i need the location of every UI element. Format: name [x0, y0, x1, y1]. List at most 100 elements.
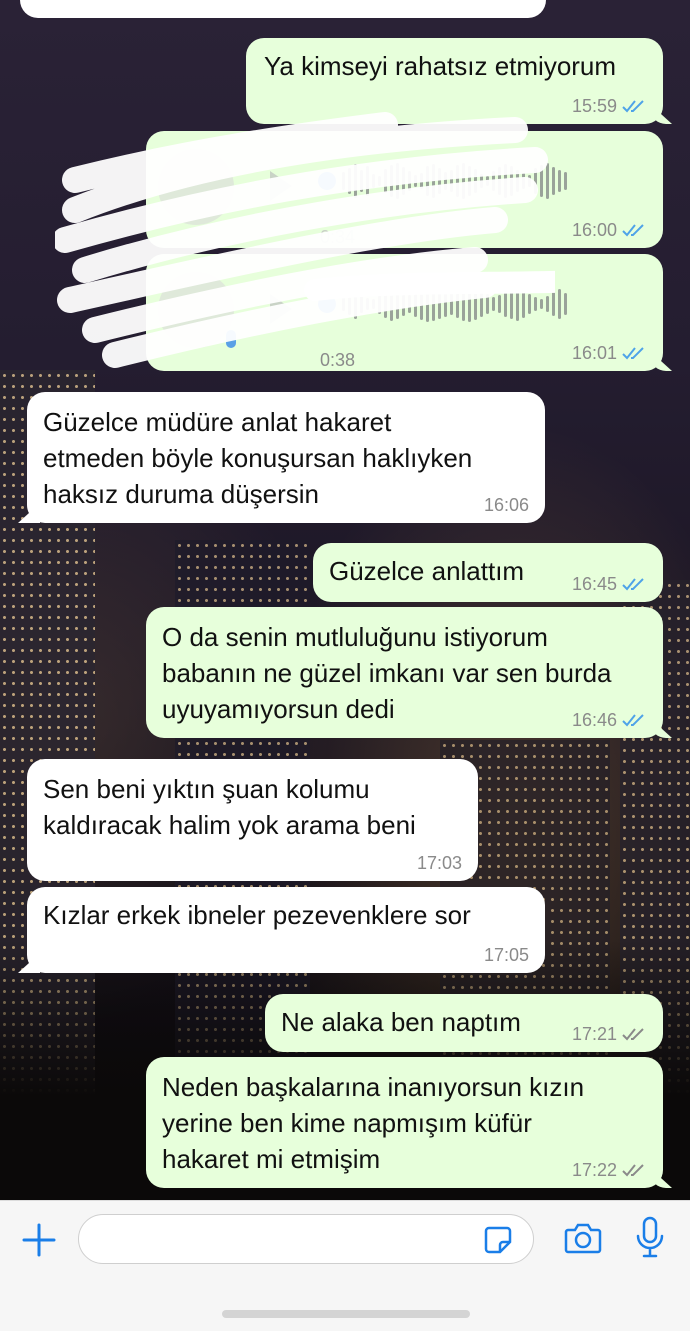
message-bubble-outgoing[interactable]: Ne alaka ben naptım 17:21 — [265, 994, 663, 1052]
message-meta: 17:21 — [572, 1024, 647, 1044]
waveform-bar — [426, 286, 429, 322]
message-bubble-outgoing[interactable]: O da senin mutluluğunu istiyorum babanın… — [146, 607, 663, 738]
waveform-bar — [492, 171, 495, 191]
message-meta: 16:06 — [484, 495, 529, 515]
sticker-icon[interactable] — [483, 1225, 513, 1255]
message-time: 16:01 — [571, 343, 617, 363]
waveform-bar — [510, 289, 513, 319]
waveform-bar — [342, 172, 345, 190]
message-meta: 17:03 — [417, 853, 462, 873]
waveform-bar — [420, 173, 423, 189]
waveform-bar — [534, 168, 537, 194]
message-line: Sen beni yıktın şuan kolumu — [43, 774, 370, 804]
waveform-bar — [348, 168, 351, 194]
message-meta: 16:01 — [572, 343, 647, 363]
voice-duration: 0:34 — [320, 227, 356, 247]
message-bubble-incoming[interactable]: Kızlar erkek ibneler pezevenklere sor 17… — [27, 887, 545, 973]
waveform-bar — [378, 176, 381, 186]
waveform-bar — [420, 288, 423, 320]
message-line: kaldıracak halim yok arama beni — [43, 810, 416, 840]
message-input[interactable] — [78, 1214, 534, 1264]
waveform-bar — [414, 175, 417, 187]
waveform-bar — [366, 298, 369, 310]
message-bubble-outgoing[interactable]: Neden başkalarına inanıyorsun kızın yeri… — [146, 1057, 663, 1188]
waveform-bar — [456, 165, 459, 197]
message-time: 17:03 — [416, 853, 462, 873]
message-time: 15:59 — [571, 96, 617, 116]
message-meta: 15:59 — [572, 96, 647, 116]
waveform-bar — [444, 172, 447, 190]
waveform-bar — [390, 287, 393, 321]
waveform-bar — [468, 286, 471, 322]
message-meta: 17:22 — [572, 1160, 647, 1180]
delivered-ticks-icon — [622, 1028, 644, 1041]
plus-icon[interactable] — [22, 1223, 56, 1257]
chat-area[interactable]: Ya kimseyi rahatsız etmiyorum 15:59 0:34… — [0, 0, 690, 1200]
waveform-bar — [354, 289, 357, 319]
message-bubble-outgoing[interactable]: Güzelce anlattım 16:45 — [313, 543, 663, 602]
waveform-bar — [540, 165, 543, 197]
message-time: 16:46 — [571, 710, 617, 730]
message-input-bar — [0, 1200, 690, 1331]
waveform-bar — [522, 290, 525, 318]
waveform-bar — [456, 290, 459, 318]
voice-waveform[interactable] — [318, 284, 567, 324]
waveform-bar — [486, 294, 489, 314]
waveform-bar — [546, 296, 549, 312]
read-ticks-icon — [622, 224, 644, 237]
waveform-bar — [480, 291, 483, 317]
waveform-bar — [402, 167, 405, 195]
read-ticks-icon — [622, 578, 644, 591]
message-meta: 16:00 — [572, 220, 647, 240]
message-line: etmeden böyle konuşursan haklıyken — [43, 443, 473, 473]
message-bubble-incoming[interactable]: Güzelce müdüre anlat hakaret etmeden böy… — [27, 392, 545, 523]
waveform-bar — [342, 297, 345, 311]
voice-waveform[interactable] — [318, 161, 567, 201]
voice-message-bubble[interactable]: 0:34 16:00 — [146, 131, 663, 248]
message-line: Güzelce müdüre anlat hakaret — [43, 407, 392, 437]
waveform-bar — [528, 175, 531, 187]
waveform-bar — [474, 169, 477, 193]
message-time: 17:05 — [483, 945, 529, 965]
waveform-bar — [360, 295, 363, 313]
waveform-bar — [372, 299, 375, 309]
play-icon[interactable] — [270, 171, 292, 201]
read-ticks-icon — [622, 347, 644, 360]
play-icon[interactable] — [270, 294, 292, 324]
waveform-bar — [390, 165, 393, 197]
message-time: 16:45 — [571, 574, 617, 594]
microphone-badge-icon — [226, 330, 236, 348]
waveform-bar — [462, 163, 465, 199]
waveform-bar — [396, 289, 399, 319]
waveform-bar — [486, 176, 489, 186]
camera-icon[interactable] — [564, 1221, 602, 1255]
waveform-bar — [540, 299, 543, 309]
message-time: 16:06 — [483, 495, 529, 515]
voice-message-bubble[interactable]: 0:38 16:01 — [146, 254, 663, 371]
playhead-dot[interactable] — [318, 172, 336, 190]
voice-avatar — [158, 149, 234, 225]
waveform-bar — [498, 167, 501, 195]
message-meta: 16:45 — [572, 574, 647, 594]
waveform-bar — [366, 166, 369, 196]
voice-avatar — [158, 272, 234, 348]
waveform-bar — [516, 287, 519, 321]
message-bubble-incoming[interactable]: Sen beni yıktın şuan kolumu kaldıracak h… — [27, 759, 478, 881]
waveform-bar — [432, 164, 435, 198]
waveform-bar — [552, 167, 555, 195]
playhead-dot[interactable] — [318, 295, 336, 313]
waveform-bar — [564, 293, 567, 315]
message-meta: 16:46 — [572, 710, 647, 730]
message-line: yerine ben kime napmışım küfür — [162, 1108, 532, 1138]
read-ticks-icon — [622, 714, 644, 727]
waveform-bar — [408, 295, 411, 313]
read-ticks-icon — [622, 100, 644, 113]
waveform-bar — [546, 163, 549, 199]
waveform-bar — [558, 170, 561, 192]
message-bubble-cut — [20, 0, 546, 18]
waveform-bar — [384, 290, 387, 318]
microphone-icon[interactable] — [634, 1216, 666, 1260]
message-line: babanın ne güzel imkanı var sen burda — [162, 658, 612, 688]
waveform-bar — [474, 288, 477, 320]
message-bubble-outgoing[interactable]: Ya kimseyi rahatsız etmiyorum 15:59 — [246, 38, 663, 124]
